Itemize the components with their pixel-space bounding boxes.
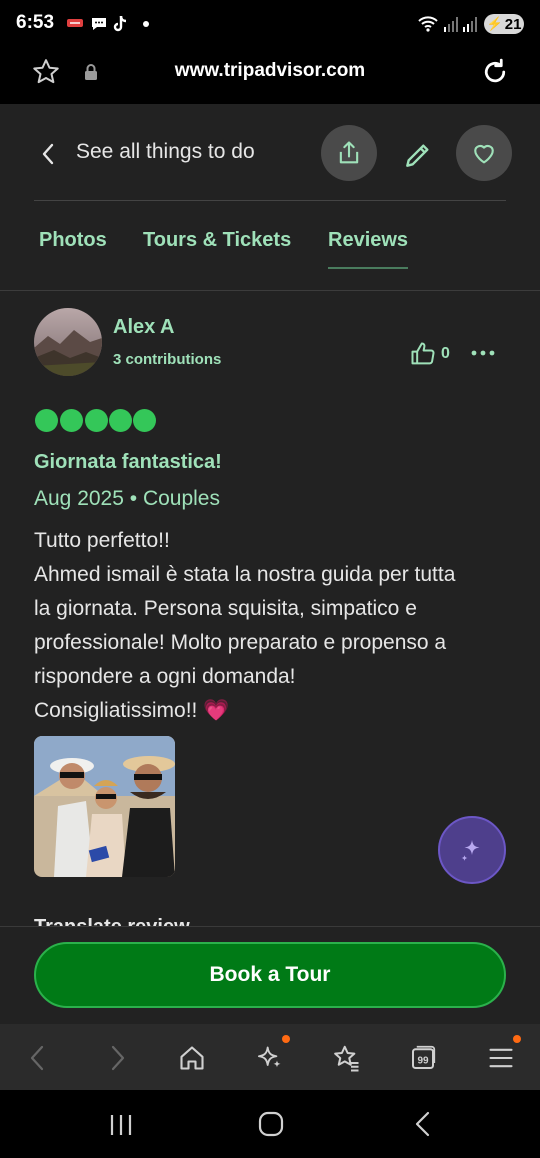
- review-author[interactable]: Alex A: [113, 316, 175, 339]
- review-line: Ahmed ismail è stata la nostra guida per…: [34, 563, 456, 586]
- tab-photos[interactable]: Photos: [39, 229, 107, 252]
- ai-assistant-button[interactable]: [438, 816, 506, 884]
- charging-icon: ⚡: [486, 16, 503, 31]
- review-line: rispondere a ogni domanda!: [34, 665, 296, 688]
- signal-icon-2: [463, 17, 477, 32]
- tab-reviews[interactable]: Reviews: [328, 229, 408, 252]
- chat-icon: [92, 18, 106, 30]
- divider: [34, 200, 506, 201]
- status-time: 6:53: [16, 12, 55, 33]
- more-options-icon[interactable]: [470, 345, 496, 361]
- review-photo[interactable]: [34, 736, 175, 877]
- avatar-landscape-image: [34, 308, 102, 376]
- home-icon: [180, 1046, 204, 1070]
- rating-bubble: [60, 409, 83, 432]
- edit-pencil-icon[interactable]: [402, 139, 434, 171]
- review-line: Consigliatissimo!! 💗: [34, 699, 230, 722]
- forward-arrow-icon: [111, 1045, 125, 1071]
- tiktok-icon: [113, 15, 127, 32]
- wifi-icon: [418, 16, 438, 32]
- divider: [0, 290, 540, 291]
- back-chevron-icon[interactable]: [38, 141, 60, 167]
- rating-bubble: [85, 409, 108, 432]
- tabs-icon: 99: [412, 1045, 436, 1069]
- like-count: 0: [441, 345, 450, 362]
- book-tour-button[interactable]: Book a Tour: [34, 942, 506, 1008]
- review-line: Tutto perfetto!!: [34, 529, 170, 552]
- battery-level: 21: [504, 15, 522, 33]
- see-all-things-link[interactable]: See all things to do: [76, 140, 255, 164]
- share-button[interactable]: [321, 125, 377, 181]
- recent-apps-icon[interactable]: [107, 1112, 135, 1138]
- home-system-icon[interactable]: [257, 1110, 285, 1138]
- back-arrow-icon: [30, 1045, 44, 1071]
- notification-icon: [67, 19, 83, 27]
- rating-bubble: [35, 409, 58, 432]
- svg-text:99: 99: [417, 1056, 429, 1067]
- back-system-icon[interactable]: [411, 1110, 435, 1138]
- review-line: professionale! Molto preparato e propens…: [34, 631, 447, 654]
- author-contributions: 3 contributions: [113, 351, 222, 368]
- more-notifications-dot: [143, 21, 149, 27]
- notification-dot: [282, 1035, 290, 1043]
- hamburger-menu-icon: [489, 1048, 513, 1068]
- url-text[interactable]: www.tripadvisor.com: [0, 60, 540, 82]
- rating-bubble: [109, 409, 132, 432]
- tab-tours-tickets[interactable]: Tours & Tickets: [143, 229, 291, 252]
- battery-indicator: ⚡ 21: [484, 14, 524, 34]
- review-photo-image: [34, 736, 175, 877]
- share-icon: [339, 141, 359, 164]
- review-title: Giornata fantastica!: [34, 451, 222, 473]
- heart-icon: [474, 144, 494, 164]
- review-date-trip-type: Aug 2025 • Couples: [34, 487, 220, 510]
- signal-icon-1: [444, 17, 458, 32]
- browser-tabs-button[interactable]: 99: [405, 1040, 441, 1076]
- review-body: Tutto perfetto!! Ahmed ismail è stata la…: [34, 524, 514, 728]
- reload-icon[interactable]: [480, 57, 510, 87]
- save-button[interactable]: [456, 125, 512, 181]
- browser-menu-button[interactable]: [483, 1040, 519, 1076]
- notification-dot: [513, 1035, 521, 1043]
- avatar[interactable]: [34, 308, 102, 376]
- bookmarks-star-icon: [334, 1045, 359, 1072]
- browser-forward-button[interactable]: [99, 1040, 135, 1076]
- browser-home-button[interactable]: [174, 1040, 210, 1076]
- browser-bookmarks-button[interactable]: [328, 1040, 364, 1076]
- active-tab-indicator: [328, 267, 408, 269]
- review-line: la giornata. Persona squisita, simpatico…: [34, 597, 417, 620]
- browser-ai-button[interactable]: [252, 1040, 288, 1076]
- browser-back-button[interactable]: [20, 1040, 56, 1076]
- sparkle-icon: [257, 1046, 281, 1068]
- rating-bubble: [133, 409, 156, 432]
- sparkle-icon: [461, 840, 480, 861]
- thumbs-up-icon[interactable]: [409, 340, 437, 368]
